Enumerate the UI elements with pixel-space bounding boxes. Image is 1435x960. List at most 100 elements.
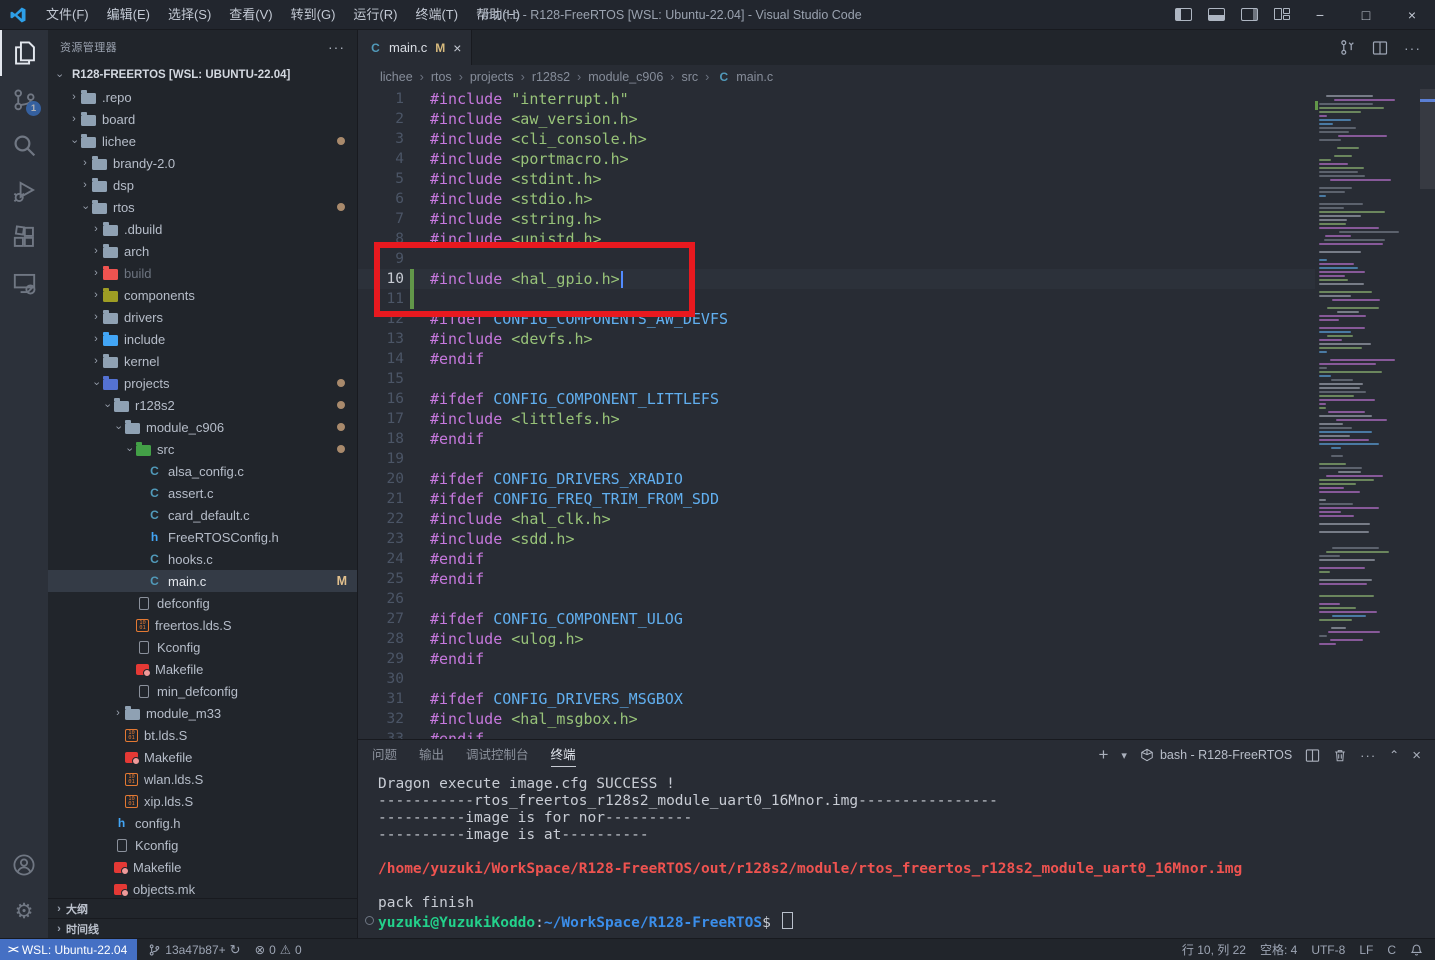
tree-item-r128s2[interactable]: ›r128s2 bbox=[48, 394, 357, 416]
tree-item-objects.mk[interactable]: objects.mk bbox=[48, 878, 357, 898]
cursor-position-item[interactable]: 行 10, 列 22 bbox=[1175, 939, 1253, 960]
code-line-27[interactable]: 27#ifdef CONFIG_COMPONENT_ULOG bbox=[358, 609, 1420, 629]
indentation-item[interactable]: 空格: 4 bbox=[1253, 939, 1304, 960]
breadcrumb-segment[interactable]: main.c bbox=[736, 70, 773, 84]
tree-item-freertos.lds.s[interactable]: 1001freertos.lds.S bbox=[48, 614, 357, 636]
tree-item-drivers[interactable]: ›drivers bbox=[48, 306, 357, 328]
breadcrumb-segment[interactable]: rtos bbox=[431, 70, 452, 84]
run-debug-icon[interactable] bbox=[0, 168, 48, 214]
code-line-30[interactable]: 30 bbox=[358, 669, 1420, 689]
tree-item-main.c[interactable]: Cmain.cM bbox=[48, 570, 357, 592]
git-branch-item[interactable]: 13a47b87+ ↻ bbox=[141, 939, 247, 960]
maximize-panel-chevron-icon[interactable]: ⌃ bbox=[1389, 748, 1399, 762]
menu-item[interactable]: 转到(G) bbox=[282, 0, 345, 30]
close-panel-icon[interactable]: × bbox=[1412, 747, 1421, 764]
tree-item-brandy-2.0[interactable]: ›brandy-2.0 bbox=[48, 152, 357, 174]
remote-explorer-icon[interactable] bbox=[0, 260, 48, 306]
tree-item-makefile[interactable]: Makefile bbox=[48, 856, 357, 878]
breadcrumb-segment[interactable]: lichee bbox=[380, 70, 413, 84]
breadcrumb-segment[interactable]: src bbox=[681, 70, 698, 84]
code-line-32[interactable]: 32#include <hal_msgbox.h> bbox=[358, 709, 1420, 729]
maximize-button[interactable]: □ bbox=[1343, 0, 1389, 30]
tree-item-r128-freertos-wsl-ubuntu-22.04-[interactable]: ›R128-FREERTOS [WSL: UBUNTU-22.04] bbox=[48, 64, 357, 86]
code-line-23[interactable]: 23#include <sdd.h> bbox=[358, 529, 1420, 549]
problems-item[interactable]: ⊗ 0 ⚠ 0 bbox=[248, 939, 309, 960]
tree-item-xip.lds.s[interactable]: 1001xip.lds.S bbox=[48, 790, 357, 812]
code-line-33[interactable]: 33#endif bbox=[358, 729, 1420, 739]
tree-item-include[interactable]: ›include bbox=[48, 328, 357, 350]
tree-item-.repo[interactable]: ›.repo bbox=[48, 86, 357, 108]
tree-item-src[interactable]: ›src bbox=[48, 438, 357, 460]
tree-item-.dbuild[interactable]: ›.dbuild bbox=[48, 218, 357, 240]
terminal-dropdown-chevron-icon[interactable]: ▾ bbox=[1121, 749, 1127, 762]
terminal-prompt[interactable]: yuzuki@YuzukiKoddo:~/WorkSpace/R128-Free… bbox=[378, 912, 1435, 929]
tree-item-lichee[interactable]: ›lichee bbox=[48, 130, 357, 152]
code-line-4[interactable]: 4#include <portmacro.h> bbox=[358, 149, 1420, 169]
explorer-icon[interactable] bbox=[0, 30, 48, 76]
terminal-output[interactable]: Dragon execute image.cfg SUCCESS !------… bbox=[358, 770, 1435, 938]
code-line-18[interactable]: 18#endif bbox=[358, 429, 1420, 449]
panel-tab-终端[interactable]: 终端 bbox=[551, 740, 576, 770]
code-editor[interactable]: 1#include "interrupt.h"2#include <aw_ver… bbox=[358, 89, 1435, 739]
tree-item-wlan.lds.s[interactable]: 1001wlan.lds.S bbox=[48, 768, 357, 790]
accounts-icon[interactable] bbox=[0, 842, 48, 888]
menu-item[interactable]: 终端(T) bbox=[406, 0, 467, 30]
sync-icon[interactable]: ↻ bbox=[230, 942, 241, 958]
tree-item-card-default.c[interactable]: Ccard_default.c bbox=[48, 504, 357, 526]
menu-item[interactable]: 查看(V) bbox=[220, 0, 281, 30]
code-line-13[interactable]: 13#include <devfs.h> bbox=[358, 329, 1420, 349]
tree-item-freertosconfig.h[interactable]: hFreeRTOSConfig.h bbox=[48, 526, 357, 548]
code-line-24[interactable]: 24#endif bbox=[358, 549, 1420, 569]
tab-close-icon[interactable]: × bbox=[453, 40, 461, 56]
code-line-14[interactable]: 14#endif bbox=[358, 349, 1420, 369]
code-line-29[interactable]: 29#endif bbox=[358, 649, 1420, 669]
tree-item-min-defconfig[interactable]: min_defconfig bbox=[48, 680, 357, 702]
explorer-more-actions-icon[interactable]: ··· bbox=[328, 39, 345, 55]
panel-tab-输出[interactable]: 输出 bbox=[419, 740, 444, 770]
breadcrumb-segment[interactable]: r128s2 bbox=[532, 70, 570, 84]
editor-scrollbar[interactable] bbox=[1420, 89, 1435, 739]
new-terminal-icon[interactable]: + bbox=[1098, 745, 1108, 765]
code-line-20[interactable]: 20#ifdef CONFIG_DRIVERS_XRADIO bbox=[358, 469, 1420, 489]
tree-item-rtos[interactable]: ›rtos bbox=[48, 196, 357, 218]
tree-item-kernel[interactable]: ›kernel bbox=[48, 350, 357, 372]
code-line-31[interactable]: 31#ifdef CONFIG_DRIVERS_MSGBOX bbox=[358, 689, 1420, 709]
panel-more-actions-icon[interactable]: ··· bbox=[1360, 748, 1376, 763]
settings-gear-icon[interactable]: ⚙ bbox=[0, 888, 48, 934]
code-line-28[interactable]: 28#include <ulog.h> bbox=[358, 629, 1420, 649]
open-changes-icon[interactable] bbox=[1339, 39, 1356, 56]
code-line-2[interactable]: 2#include <aw_version.h> bbox=[358, 109, 1420, 129]
code-line-21[interactable]: 21#ifdef CONFIG_FREQ_TRIM_FROM_SDD bbox=[358, 489, 1420, 509]
minimap[interactable] bbox=[1315, 89, 1420, 739]
encoding-item[interactable]: UTF-8 bbox=[1304, 939, 1352, 960]
menu-item[interactable]: 运行(R) bbox=[344, 0, 406, 30]
split-terminal-icon[interactable] bbox=[1305, 748, 1320, 763]
code-line-17[interactable]: 17#include <littlefs.h> bbox=[358, 409, 1420, 429]
kill-terminal-trash-icon[interactable] bbox=[1333, 748, 1347, 763]
tree-item-module-m33[interactable]: ›module_m33 bbox=[48, 702, 357, 724]
menu-item[interactable]: 选择(S) bbox=[159, 0, 220, 30]
code-line-25[interactable]: 25#endif bbox=[358, 569, 1420, 589]
search-icon[interactable] bbox=[0, 122, 48, 168]
split-editor-icon[interactable] bbox=[1372, 40, 1388, 56]
toggle-sidebar-icon[interactable] bbox=[1175, 8, 1192, 21]
tree-item-config.h[interactable]: hconfig.h bbox=[48, 812, 357, 834]
remote-indicator[interactable]: >< WSL: Ubuntu-22.04 bbox=[0, 939, 137, 960]
eol-item[interactable]: LF bbox=[1352, 939, 1380, 960]
terminal-instance-label[interactable]: bash - R128-FreeRTOS bbox=[1160, 748, 1292, 762]
tree-item-module-c906[interactable]: ›module_c906 bbox=[48, 416, 357, 438]
code-line-5[interactable]: 5#include <stdint.h> bbox=[358, 169, 1420, 189]
panel-tab-问题[interactable]: 问题 bbox=[372, 740, 397, 770]
tree-item-makefile[interactable]: Makefile bbox=[48, 658, 357, 680]
code-line-1[interactable]: 1#include "interrupt.h" bbox=[358, 89, 1420, 109]
language-mode-item[interactable]: C bbox=[1380, 939, 1403, 960]
customize-layout-icon[interactable] bbox=[1274, 8, 1289, 21]
tree-item-makefile[interactable]: Makefile bbox=[48, 746, 357, 768]
code-line-7[interactable]: 7#include <string.h> bbox=[358, 209, 1420, 229]
breadcrumb-segment[interactable]: projects bbox=[470, 70, 514, 84]
code-line-3[interactable]: 3#include <cli_console.h> bbox=[358, 129, 1420, 149]
sidebar-section-时间线[interactable]: ›时间线 bbox=[48, 918, 357, 938]
toggle-secondary-sidebar-icon[interactable] bbox=[1241, 8, 1258, 21]
code-line-26[interactable]: 26 bbox=[358, 589, 1420, 609]
tab-main-c[interactable]: C main.c M × bbox=[358, 30, 472, 65]
